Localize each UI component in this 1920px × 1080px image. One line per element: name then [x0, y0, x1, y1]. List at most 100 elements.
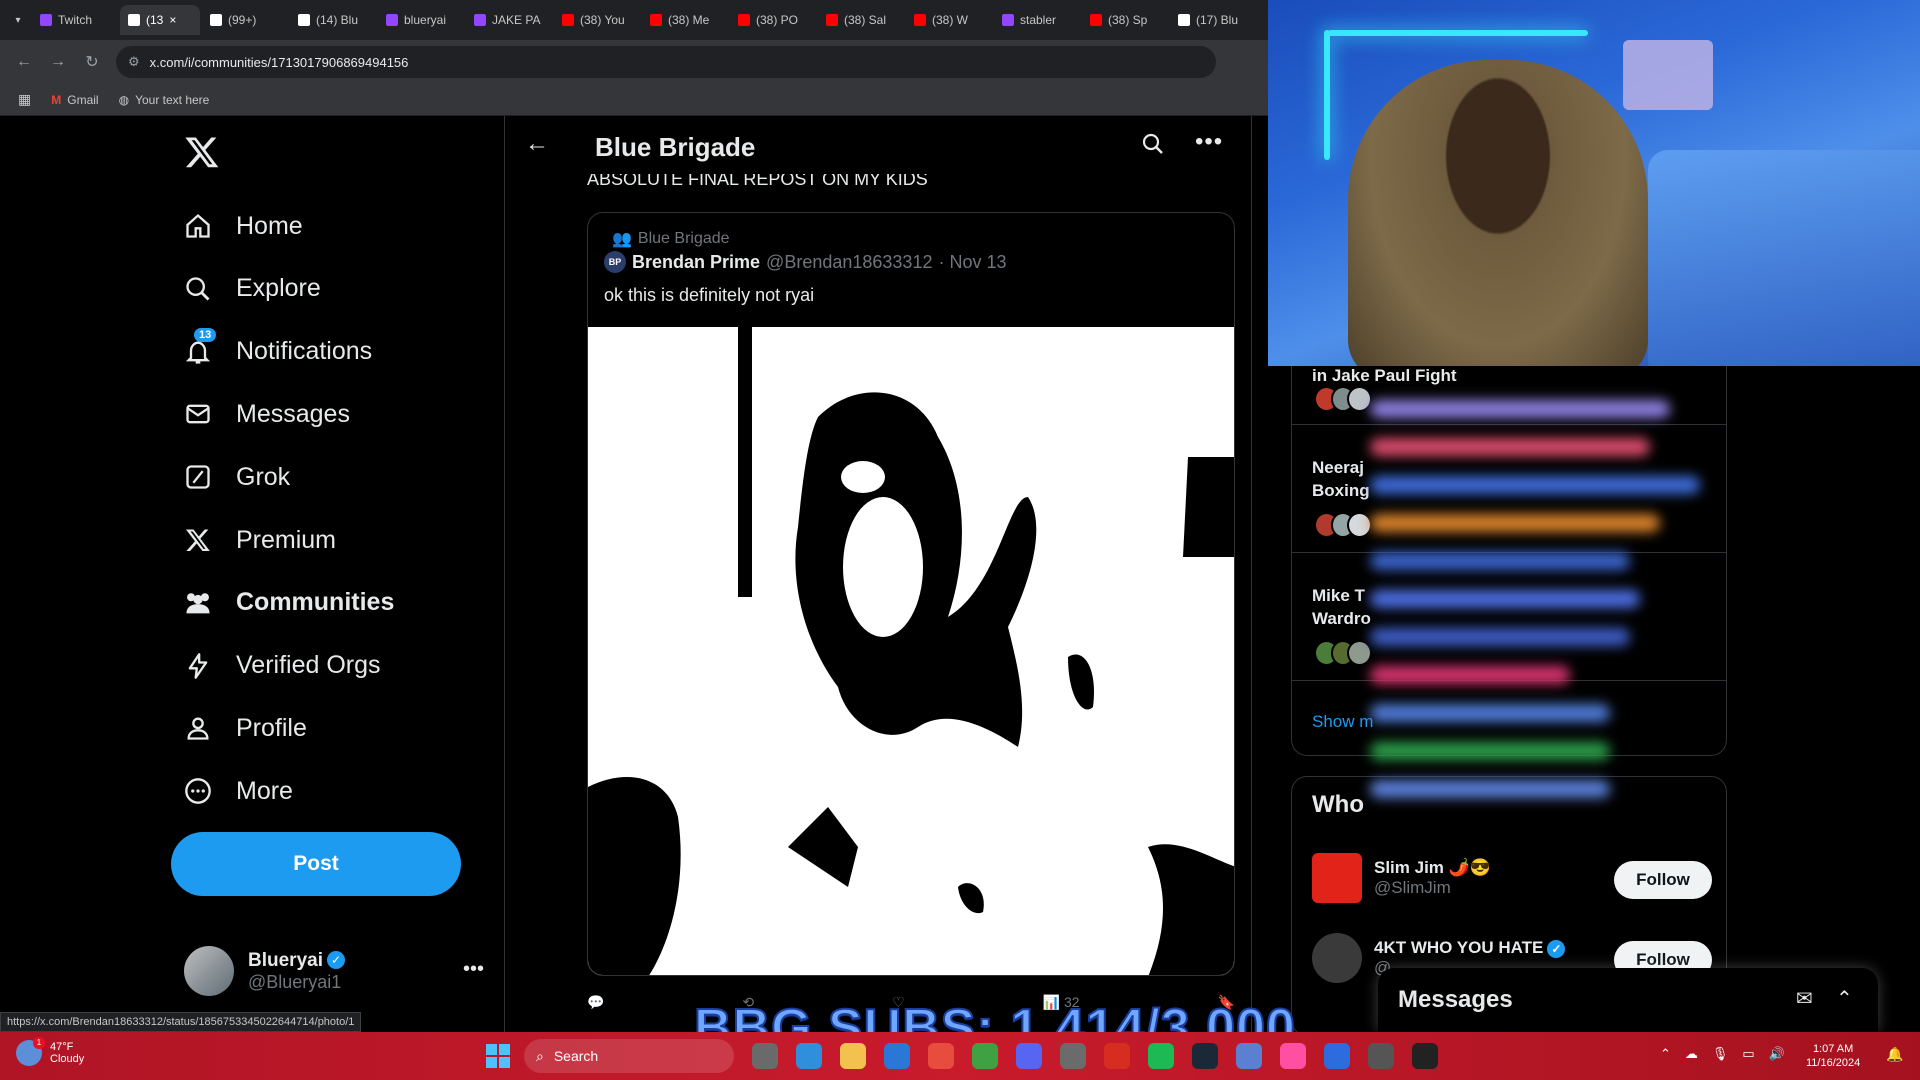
browser-tab[interactable]: JAKE PA — [466, 5, 552, 35]
onedrive-icon[interactable]: ☁ — [1685, 1046, 1698, 1062]
author-handle[interactable]: @Brendan18633312 — [766, 252, 932, 273]
mic-icon[interactable]: 🎙 — [1712, 1046, 1729, 1062]
windows-start-icon[interactable] — [486, 1044, 510, 1068]
suggested-name-row: 4KT WHO YOU HATE ✓ — [1374, 938, 1566, 958]
more-dots-icon[interactable]: ••• — [463, 958, 484, 981]
notification-bell-icon[interactable]: 🔔 — [1886, 1046, 1903, 1063]
copilot-icon[interactable] — [796, 1043, 822, 1069]
address-bar-row: ← → ↻ ⚙ x.com/i/communities/171301790686… — [0, 40, 1268, 84]
tab-search-chevron-icon[interactable]: ▾ — [6, 8, 30, 32]
youtube-icon — [738, 14, 750, 26]
nav-item-communities[interactable]: Communities — [182, 579, 394, 627]
browser-tab[interactable]: (99+) — [202, 5, 288, 35]
photoshop-icon[interactable] — [1324, 1043, 1350, 1069]
trend-title[interactable]: Neeraj Boxing — [1312, 456, 1370, 502]
back-arrow-icon[interactable]: ← — [14, 53, 34, 71]
url-bar[interactable]: ⚙ x.com/i/communities/171301790686949415… — [116, 46, 1216, 78]
task-view-icon[interactable] — [752, 1043, 778, 1069]
browser-tab[interactable]: (38) You — [554, 5, 640, 35]
search-icon[interactable] — [1141, 132, 1165, 161]
suggested-account[interactable]: Slim Jim 🌶️😎 @SlimJim Follow — [1312, 853, 1712, 903]
nav-item-home[interactable]: Home — [182, 202, 303, 250]
nav-item-messages[interactable]: Messages — [182, 390, 350, 438]
nav-item-notifications[interactable]: 13 Notifications — [182, 327, 372, 376]
nav-item-premium[interactable]: Premium — [182, 516, 336, 564]
browser-tab[interactable]: blueryai — [378, 5, 464, 35]
x-logo-icon[interactable] — [184, 134, 220, 180]
expand-chevron-icon[interactable]: ⌃ — [1836, 986, 1853, 1011]
back-arrow-icon[interactable]: ← — [525, 130, 549, 158]
trend-line: Mike T — [1312, 586, 1365, 605]
show-more-link[interactable]: Show m — [1312, 712, 1373, 732]
post-image[interactable] — [588, 327, 1234, 975]
new-message-icon[interactable]: ✉ — [1796, 986, 1813, 1011]
tab-label: Twitch — [58, 13, 93, 27]
author-name[interactable]: Brendan Prime — [632, 252, 760, 273]
nav-item-verified-orgs[interactable]: Verified Orgs — [182, 642, 381, 690]
app-icon[interactable] — [1412, 1043, 1438, 1069]
reload-icon[interactable]: ↻ — [82, 52, 102, 72]
taskbar-search[interactable]: ⌕ Search — [524, 1039, 734, 1073]
chevron-up-icon[interactable]: ⌃ — [1660, 1046, 1671, 1062]
forward-arrow-icon[interactable]: → — [48, 53, 68, 71]
profile-icon — [182, 712, 214, 744]
browser-tab[interactable]: (38) W — [906, 5, 992, 35]
volume-icon[interactable]: 🔊 — [1769, 1046, 1785, 1062]
post-button[interactable]: Post — [171, 832, 461, 896]
browser-tab[interactable]: Twitch — [32, 5, 118, 35]
suggested-name: Slim Jim 🌶️😎 — [1374, 858, 1491, 877]
nav-label: Grok — [236, 462, 291, 491]
browser-tab[interactable]: (13 × — [120, 5, 200, 35]
bookmark-your-text[interactable]: ◍ Your text here — [119, 93, 210, 107]
browser-tab[interactable]: (38) Sal — [818, 5, 904, 35]
browser-tab[interactable]: (38) Me — [642, 5, 728, 35]
app-icon[interactable] — [1280, 1043, 1306, 1069]
edge-icon[interactable] — [884, 1043, 910, 1069]
chrome-icon[interactable] — [972, 1043, 998, 1069]
account-switcher[interactable]: Blueryai ✓ @Blueryai1 ••• — [184, 946, 484, 996]
file-explorer-icon[interactable] — [840, 1043, 866, 1069]
reply-icon[interactable]: 💬 — [587, 994, 604, 1011]
weather-badge: 1 — [33, 1037, 45, 1049]
follow-button[interactable]: Follow — [1614, 861, 1712, 899]
author-avatar[interactable]: BP — [604, 251, 626, 273]
messages-drawer[interactable]: Messages ✉ ⌃ — [1378, 968, 1878, 1032]
clock[interactable]: 1:07 AM 11/16/2024 — [1806, 1042, 1860, 1070]
trend-title[interactable]: Mike T Wardro — [1312, 584, 1371, 630]
bookmark-gmail[interactable]: M Gmail — [51, 93, 98, 107]
account-handle: @Blueryai1 — [248, 971, 342, 992]
weather-widget[interactable]: 1 47°F Cloudy — [16, 1037, 84, 1066]
browser-tab[interactable]: (17) Blu — [1170, 5, 1256, 35]
stream-chat-overlay — [1370, 400, 1710, 820]
app-icon[interactable] — [1060, 1043, 1086, 1069]
nav-item-grok[interactable]: Grok — [182, 453, 290, 501]
post-date[interactable]: · Nov 13 — [938, 252, 1006, 273]
quoted-author-row: BP Brendan Prime @Brendan18633312 · Nov … — [604, 251, 1007, 273]
community-label[interactable]: 👥 Blue Brigade — [612, 229, 730, 249]
site-settings-icon[interactable]: ⚙ — [128, 54, 140, 70]
network-icon[interactable]: ▭ — [1742, 1046, 1754, 1062]
browser-tab[interactable]: (38) PO — [730, 5, 816, 35]
store-icon[interactable] — [928, 1043, 954, 1069]
trend-title[interactable]: in Jake Paul Fight — [1312, 364, 1457, 387]
avatar — [1312, 933, 1362, 983]
steam-icon[interactable] — [1192, 1043, 1218, 1069]
browser-tab[interactable]: stabler — [994, 5, 1080, 35]
obs-icon[interactable] — [1368, 1043, 1394, 1069]
quoted-post[interactable]: 👥 Blue Brigade BP Brendan Prime @Brendan… — [587, 212, 1235, 976]
nav-item-explore[interactable]: Explore — [182, 265, 321, 313]
opera-icon[interactable] — [1104, 1043, 1130, 1069]
browser-tab[interactable]: (38) Sp — [1082, 5, 1168, 35]
app-icon[interactable] — [1236, 1043, 1262, 1069]
close-tab-icon[interactable]: × — [169, 13, 176, 27]
more-dots-icon[interactable]: ••• — [1195, 128, 1223, 156]
spotify-icon[interactable] — [1148, 1043, 1174, 1069]
browser-tab[interactable]: (14) Blu — [290, 5, 376, 35]
apps-grid-icon[interactable]: ▦ — [18, 91, 31, 108]
nav-item-more[interactable]: More — [182, 767, 293, 815]
discord-icon[interactable] — [1016, 1043, 1042, 1069]
nav-item-profile[interactable]: Profile — [182, 704, 307, 752]
webcam-overlay — [1268, 0, 1920, 366]
trend-avatars — [1314, 512, 1373, 538]
page-title: Blue Brigade — [595, 132, 756, 162]
